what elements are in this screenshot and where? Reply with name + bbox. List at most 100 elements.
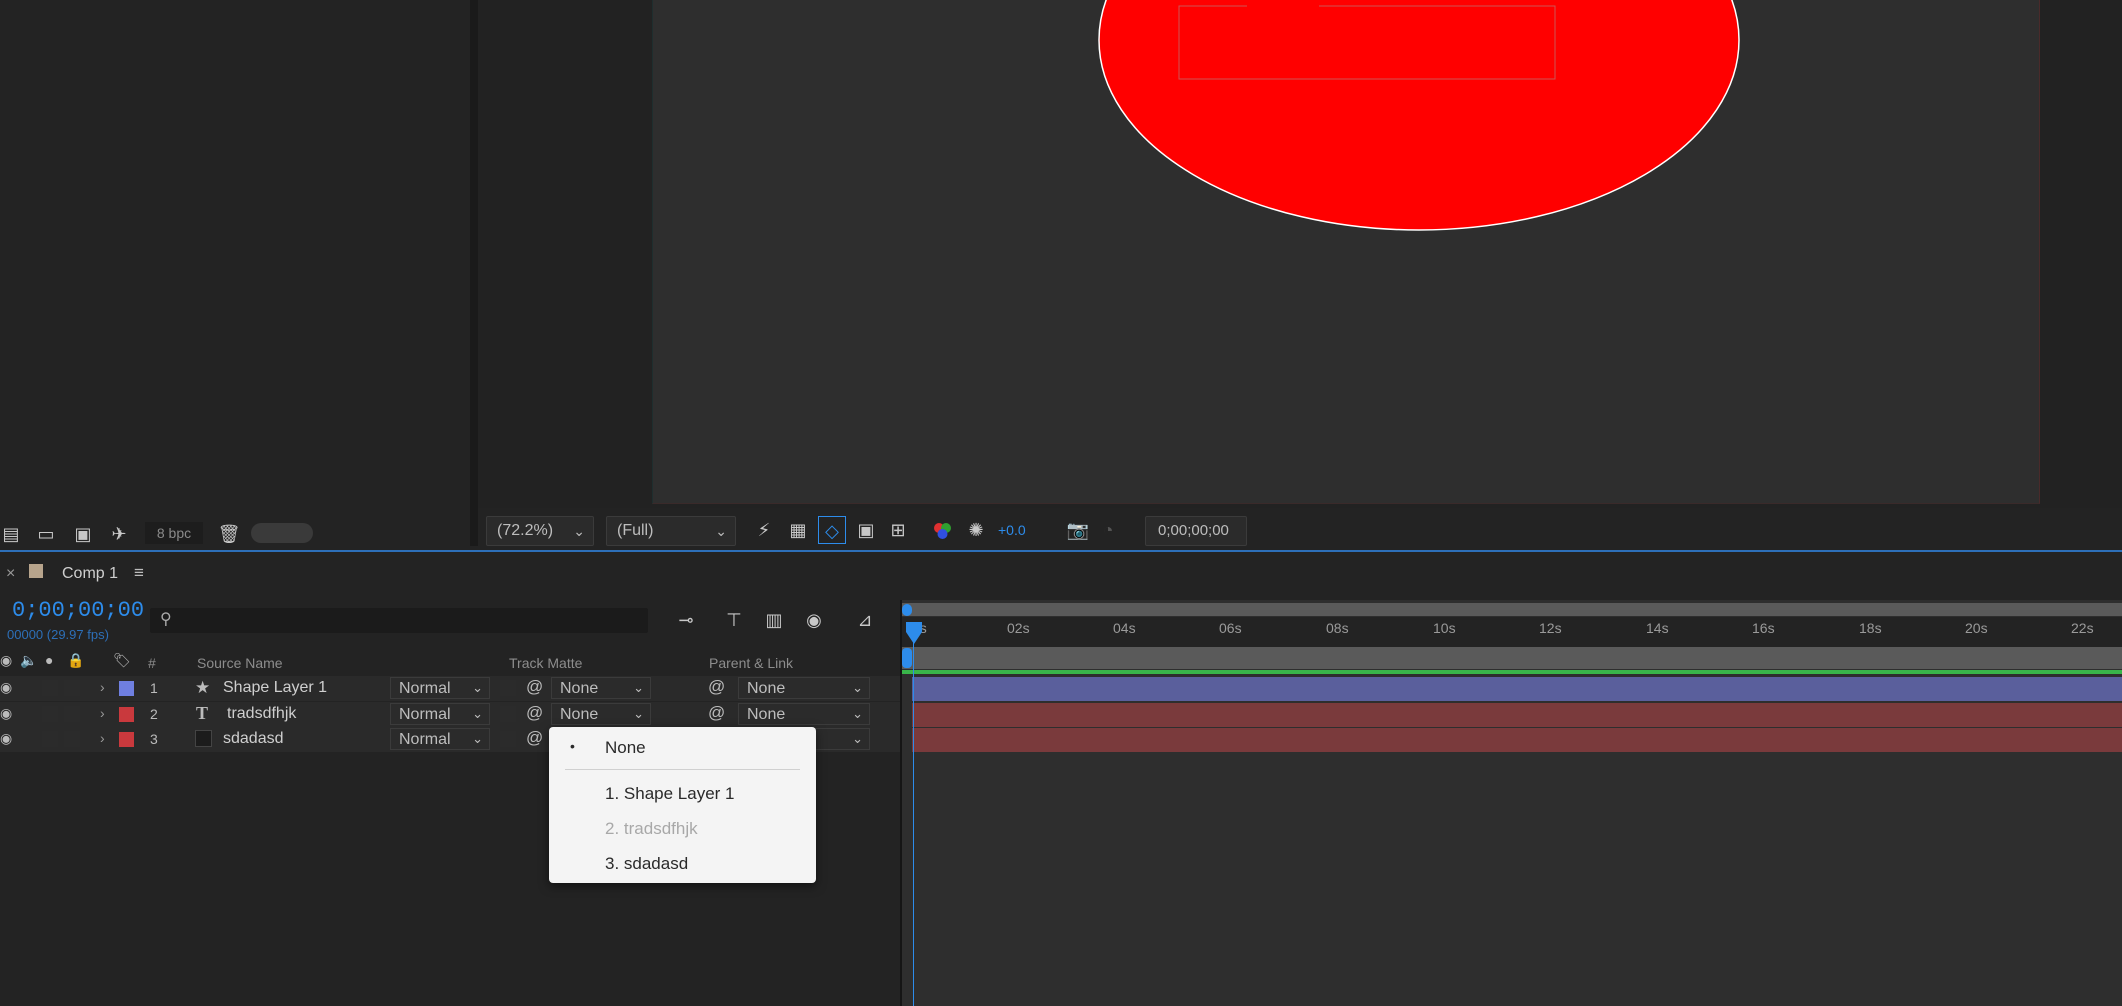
lock-switch-icon[interactable]: 🔒 (67, 652, 84, 669)
column-source-name[interactable]: Source Name (197, 655, 283, 671)
mask-path-visibility-icon[interactable]: ◇ (818, 516, 846, 544)
column-parent-link[interactable]: Parent & Link (709, 655, 793, 671)
layer-number: 1 (150, 680, 158, 696)
snapshot-camera-icon[interactable]: 📷 (1064, 516, 1092, 544)
layer-label-color[interactable] (119, 707, 134, 722)
layer-bar-sdadasd[interactable] (912, 728, 2122, 752)
new-composition-icon[interactable]: ▣ (70, 520, 96, 548)
composition-flowchart-icon[interactable]: ⊸ (672, 606, 700, 634)
thumbnail-size-slider[interactable] (251, 523, 313, 543)
layer-name[interactable]: sdadasd (223, 730, 284, 748)
project-toolbar: ▤ ▭ ▣ ✈ 8 bpc 🗑 (0, 518, 470, 550)
chevron-down-icon: ⌄ (715, 523, 727, 539)
solo-toggle[interactable] (42, 680, 58, 696)
ruler-tick-label: 22s (2071, 620, 2094, 636)
layer-bar-shape-layer-1[interactable] (912, 677, 2122, 701)
color-management-icon[interactable]: ✺ (962, 516, 990, 544)
pick-whip-icon[interactable]: @ (526, 703, 543, 723)
chevron-down-icon: ⌄ (633, 706, 644, 721)
chevron-right-icon[interactable]: › (100, 730, 105, 746)
solid-layer-icon (195, 730, 212, 747)
blend-mode-dropdown[interactable]: Normal ⌄ (390, 677, 490, 699)
layer-name[interactable]: Shape Layer 1 (223, 679, 327, 697)
track-matte-dropdown[interactable]: None ⌄ (551, 677, 651, 699)
motion-blur-icon[interactable]: ◉ (800, 606, 828, 634)
layer-label-color[interactable] (119, 681, 134, 696)
chevron-right-icon[interactable]: › (100, 679, 105, 695)
ruler-tick-label: 12s (1539, 620, 1562, 636)
solo-toggle[interactable] (42, 706, 58, 722)
column-track-matte[interactable]: Track Matte (509, 655, 582, 671)
exposure-value[interactable]: +0.0 (998, 522, 1026, 538)
trash-icon[interactable]: 🗑 (216, 520, 242, 548)
parent-pick-whip-icon[interactable]: @ (708, 703, 725, 723)
graph-editor-icon[interactable]: ⊿ (851, 606, 879, 634)
show-snapshot-icon[interactable]: ◔ (1094, 516, 1122, 544)
bpc-button[interactable]: 8 bpc (145, 522, 203, 544)
eye-icon[interactable]: ◉ (0, 730, 12, 747)
table-row[interactable]: ◉ › 2 T tradsdfhjk Normal ⌄ @ None ⌄ @ Non… (0, 702, 900, 727)
eye-icon[interactable]: ◉ (0, 679, 12, 696)
zoom-dropdown[interactable]: (72.2%) ⌄ (486, 516, 594, 546)
parent-pick-whip-icon[interactable]: @ (708, 677, 725, 697)
layer-number: 3 (150, 731, 158, 747)
menu-item-sdadasd[interactable]: 3. sdadasd (605, 854, 688, 874)
video-switch-icon[interactable]: ◉ (0, 652, 12, 669)
eye-icon[interactable]: ◉ (0, 705, 12, 722)
duration-start-handle[interactable] (902, 648, 912, 668)
comp-color-swatch (29, 564, 43, 578)
pick-whip-icon[interactable]: @ (526, 728, 543, 748)
work-area-bar[interactable] (902, 603, 2122, 616)
blend-mode-dropdown[interactable]: Normal ⌄ (390, 728, 490, 750)
solo-toggle[interactable] (42, 731, 58, 747)
playhead-line[interactable] (913, 630, 914, 1006)
column-num[interactable]: # (148, 655, 156, 671)
composition-viewer[interactable] (478, 0, 2122, 508)
region-of-interest-icon[interactable]: ▣ (852, 516, 880, 544)
layer-bar-tradsdfhjk[interactable] (912, 703, 2122, 727)
layer-name[interactable]: tradsdfhjk (227, 705, 296, 723)
solo-switch-icon[interactable]: ● (45, 652, 53, 668)
color-channels-icon[interactable] (930, 518, 956, 542)
playhead-marker-icon[interactable] (904, 620, 924, 646)
current-time-display[interactable]: 0;00;00;00 (12, 598, 144, 623)
menu-item-shape-layer-1[interactable]: 1. Shape Layer 1 (605, 784, 734, 804)
grid-guides-icon[interactable]: ⊞ (884, 516, 912, 544)
search-icon: ⚲ (160, 611, 172, 628)
work-area-start-handle[interactable] (902, 604, 912, 616)
viewer-toolbar: (72.2%) ⌄ (Full) ⌄ ⚡ ▦ ◇ ▣ ⊞ ✺ +0.0 📷 ◔ … (478, 508, 2122, 550)
table-row[interactable]: ◉ › 1 ★ Shape Layer 1 Normal ⌄ @ None ⌄ @ … (0, 676, 900, 701)
parent-dropdown[interactable]: None ⌄ (738, 703, 870, 725)
render-queue-icon[interactable]: ✈ (106, 520, 132, 548)
close-tab-icon[interactable]: × (6, 565, 15, 583)
menu-item-none[interactable]: None (605, 738, 646, 758)
layer-search-input[interactable]: ⚲ (150, 608, 648, 633)
new-folder-icon[interactable]: ▭ (33, 520, 59, 548)
parent-dropdown[interactable]: None ⌄ (738, 677, 870, 699)
lock-toggle[interactable] (64, 731, 80, 747)
pick-whip-icon[interactable]: @ (526, 677, 543, 697)
fast-previews-icon[interactable]: ⚡ (750, 516, 778, 544)
label-tag-icon[interactable]: 🏷 (113, 652, 131, 669)
panel-splitter[interactable] (470, 0, 478, 546)
frame-blending-icon[interactable]: ▥ (760, 606, 788, 634)
audio-switch-icon[interactable]: 🔈 (20, 652, 37, 669)
tab-menu-icon[interactable]: ≡ (134, 563, 144, 583)
track-matte-dropdown[interactable]: None ⌄ (551, 703, 651, 725)
lock-toggle[interactable] (64, 680, 80, 696)
chevron-right-icon[interactable]: › (100, 705, 105, 721)
transparency-grid-icon[interactable]: ▦ (784, 516, 812, 544)
shape-layer-star-icon: ★ (195, 678, 211, 697)
layer-label-color[interactable] (119, 732, 134, 747)
preserve-transparency-toggle[interactable] (500, 680, 516, 696)
comp-tab-title[interactable]: Comp 1 (62, 565, 118, 583)
preserve-transparency-toggle[interactable] (500, 731, 516, 747)
blend-mode-dropdown[interactable]: Normal ⌄ (390, 703, 490, 725)
time-ruler[interactable]: 0s 02s 04s 06s 08s 10s 12s 14s 16s 18s 2… (902, 617, 2122, 647)
interpret-footage-icon[interactable]: ▤ (0, 520, 22, 548)
resolution-dropdown[interactable]: (Full) ⌄ (606, 516, 736, 546)
draft-3d-icon[interactable]: ⊤ (720, 606, 748, 634)
preserve-transparency-toggle[interactable] (500, 706, 516, 722)
lock-toggle[interactable] (64, 706, 80, 722)
viewer-timecode[interactable]: 0;00;00;00 (1145, 516, 1247, 546)
